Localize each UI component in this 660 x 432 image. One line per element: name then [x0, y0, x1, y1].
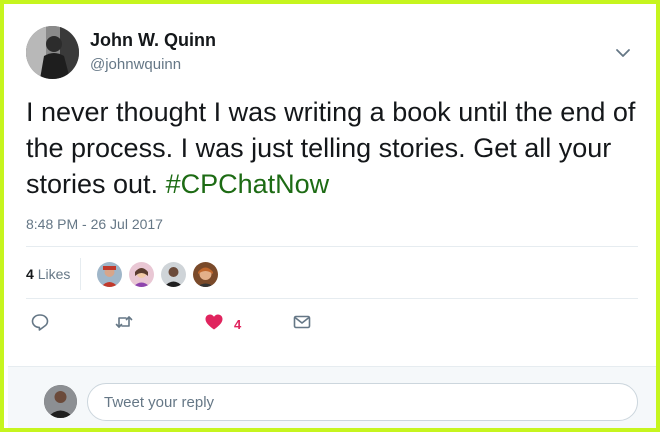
- reply-icon: [30, 312, 50, 337]
- chevron-down-icon[interactable]: [614, 44, 632, 62]
- direct-message-button[interactable]: [292, 312, 312, 336]
- tweet-card: John W. Quinn @johnwquinn I never though…: [0, 0, 660, 432]
- likes-count[interactable]: 4 Likes: [26, 266, 70, 282]
- tweet-text: I never thought I was writing a book unt…: [26, 94, 636, 202]
- user-name[interactable]: John W. Quinn: [90, 30, 216, 51]
- likes-divider: [80, 258, 81, 290]
- tweet-actions: 4: [26, 312, 638, 340]
- my-avatar: [44, 385, 77, 418]
- tweet-timestamp[interactable]: 8:48 PM - 26 Jul 2017: [26, 216, 163, 232]
- user-handle[interactable]: @johnwquinn: [90, 56, 181, 73]
- user-avatar[interactable]: [26, 26, 79, 79]
- liker-avatar-1[interactable]: [96, 261, 123, 288]
- like-count: 4: [234, 316, 242, 332]
- tweet-header: John W. Quinn @johnwquinn: [26, 26, 638, 82]
- like-button[interactable]: 4: [204, 312, 241, 336]
- likes-label: Likes: [37, 266, 71, 282]
- retweet-icon: [114, 312, 134, 337]
- tweet-body: I never thought I was writing a book unt…: [26, 97, 636, 199]
- reply-button[interactable]: [30, 312, 50, 336]
- likes-row: 4 Likes: [26, 258, 638, 290]
- hashtag-link[interactable]: #CPChatNow: [166, 169, 330, 199]
- divider: [26, 298, 638, 299]
- retweet-button[interactable]: [114, 312, 134, 336]
- reply-area: [8, 366, 656, 428]
- likes-number: 4: [26, 266, 34, 282]
- divider: [26, 246, 638, 247]
- reply-input[interactable]: [87, 383, 638, 421]
- liker-avatar-4[interactable]: [192, 261, 219, 288]
- heart-icon: [204, 312, 224, 337]
- envelope-icon: [292, 312, 312, 337]
- liker-avatar-2[interactable]: [128, 261, 155, 288]
- liker-avatar-3[interactable]: [160, 261, 187, 288]
